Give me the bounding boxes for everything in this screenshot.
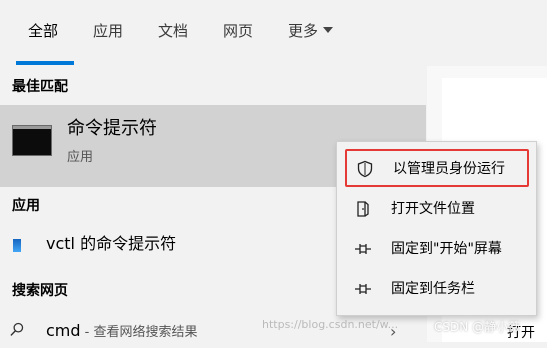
search-filter-tabs: 全部 应用 文档 网页 更多 (0, 0, 547, 66)
chevron-down-icon (323, 27, 334, 33)
menu-item-pin-to-start[interactable]: 固定到"开始"屏幕 (345, 231, 529, 269)
tab-web[interactable]: 网页 (223, 21, 253, 41)
menu-item-open-file-location[interactable]: 打开文件位置 (345, 191, 529, 229)
best-match-subtitle: 应用 (67, 150, 94, 165)
menu-item-pin-to-taskbar[interactable]: 固定到任务栏 (345, 271, 529, 309)
pin-icon (355, 244, 371, 254)
best-match-title: 命令提示符 (67, 118, 157, 139)
tab-more-label: 更多 (288, 22, 319, 40)
pin-icon (355, 284, 371, 294)
app-result-label: vctl 的命令提示符 (46, 234, 177, 253)
menu-item-label: 固定到"开始"屏幕 (391, 241, 502, 257)
web-search-result[interactable]: cmd - 查看网络搜索结果 › (0, 316, 426, 348)
section-header-web: 搜索网页 (12, 283, 68, 299)
search-icon (10, 322, 24, 336)
active-tab-indicator (16, 61, 74, 65)
menu-item-run-as-admin[interactable]: 以管理员身份运行 (345, 149, 529, 187)
menu-item-label: 以管理员身份运行 (393, 161, 505, 177)
web-search-query: cmd (46, 321, 81, 340)
shield-run-icon (357, 160, 373, 178)
vctl-icon (13, 239, 21, 252)
tab-more[interactable]: 更多 (288, 21, 334, 41)
open-action[interactable]: 打开 (507, 324, 535, 342)
chevron-right-icon[interactable]: › (390, 322, 396, 341)
tab-all[interactable]: 全部 (28, 21, 58, 41)
tab-apps[interactable]: 应用 (93, 21, 123, 41)
context-menu: 以管理员身份运行 打开文件位置 固定到"开始"屏幕 固定到任务栏 (336, 141, 537, 316)
folder-location-icon (357, 201, 369, 217)
web-search-hint: - 查看网络搜索结果 (80, 325, 198, 340)
section-header-best-match: 最佳匹配 (12, 79, 68, 95)
section-header-apps: 应用 (12, 198, 40, 214)
menu-item-label: 固定到任务栏 (391, 281, 475, 297)
tab-documents[interactable]: 文档 (158, 21, 188, 41)
terminal-icon (12, 125, 52, 156)
menu-item-label: 打开文件位置 (391, 201, 475, 217)
web-search-text: cmd - 查看网络搜索结果 (46, 320, 198, 344)
